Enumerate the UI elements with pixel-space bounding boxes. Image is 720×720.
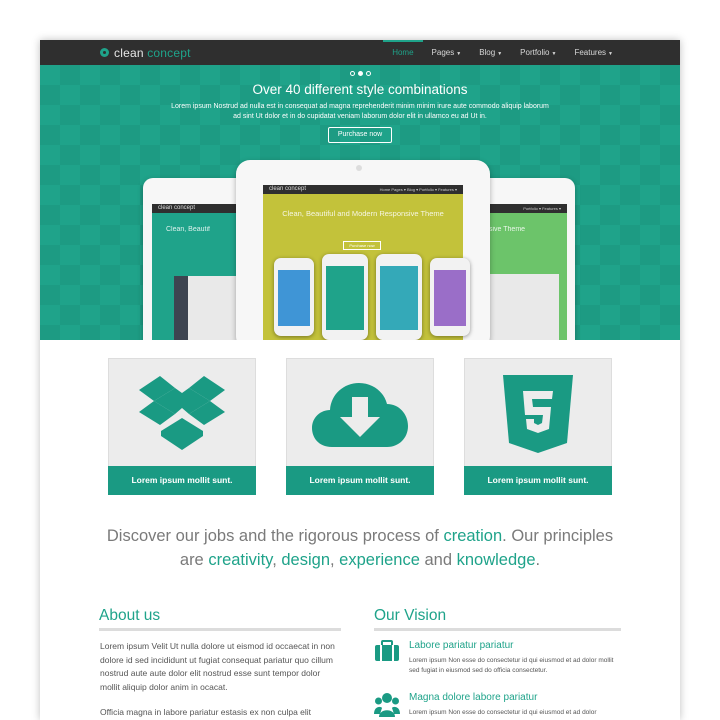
tagline-highlight: experience — [339, 551, 420, 569]
hero-title: Over 40 different style combinations — [252, 82, 468, 97]
page: clean concept Home Pages ▼ Blog ▼ Portfoli… — [40, 40, 680, 720]
about-divider — [99, 628, 341, 631]
caret-down-icon: ▼ — [608, 51, 613, 57]
feature-label: Lorem ipsum mollit sunt. — [464, 466, 612, 495]
tagline-text: Discover our jobs and the rigorous proce… — [106, 527, 444, 545]
about-paragraph: Officia magna in labore pariatur estasis… — [100, 707, 312, 717]
logo-text-accent: concept — [147, 45, 191, 60]
mockup-navbar: clean concept Home Pages ▾ Blog ▾ Portfol… — [263, 185, 463, 194]
about-title: About us — [99, 607, 161, 624]
vision-item-text: Lorem ipsum Non esse do consectetur id q… — [409, 657, 614, 674]
phone-screen — [434, 270, 466, 326]
mockup-navbar: Portfolio ▾ Features ▾ — [485, 204, 567, 213]
feature-card-dropbox[interactable]: Lorem ipsum mollit sunt. — [108, 358, 256, 495]
menu-label: Portfolio — [520, 48, 550, 57]
tagline-highlight: design — [281, 551, 330, 569]
mockup-title: Clean, Beautiful and Modern Responsive T… — [282, 209, 444, 218]
camera-dot — [356, 165, 362, 171]
feature-label: Lorem ipsum mollit sunt. — [286, 466, 434, 495]
gear-icon — [100, 48, 109, 57]
vision-item-title: Magna dolore labore pariatur — [409, 692, 538, 703]
feature-card-html5[interactable]: Lorem ipsum mollit sunt. — [464, 358, 612, 495]
tagline-text: . — [535, 551, 541, 569]
purchase-now-button[interactable]: Purchase now — [328, 127, 392, 143]
tablet-screen-right: Portfolio ▾ Features ▾ sive Theme — [485, 204, 567, 340]
hero-subtitle: Lorem ipsum Nostrud ad nulla est in cons… — [171, 103, 549, 120]
mockup-panel — [489, 274, 559, 340]
phone-mockup — [430, 258, 470, 336]
logo-text-light: clean — [114, 45, 144, 60]
users-icon — [374, 693, 400, 717]
mockup-sidebar — [174, 276, 188, 340]
feature-label: Lorem ipsum mollit sunt. — [108, 466, 256, 495]
menu-item-features[interactable]: Features ▼ — [565, 40, 622, 65]
phone-mockup — [274, 258, 314, 336]
dropbox-icon — [139, 376, 225, 450]
caret-down-icon: ▼ — [456, 51, 462, 57]
slider-dot-active[interactable] — [358, 71, 363, 76]
menu-label: Pages — [431, 48, 455, 57]
menu-item-blog[interactable]: Blog ▼ — [470, 40, 511, 65]
about-paragraph: Lorem ipsum Velit Ut nulla dolore ut eis… — [100, 641, 335, 692]
tagline-text: , — [330, 551, 340, 569]
mockup-menu: Portfolio ▾ Features ▾ — [523, 206, 561, 211]
briefcase-icon — [375, 640, 399, 661]
menu-label: Blog — [479, 48, 496, 57]
slider-dot[interactable] — [366, 71, 371, 76]
mockup-button: Purchase now — [343, 241, 381, 250]
menu-item-home[interactable]: Home — [383, 40, 423, 65]
feature-card-cloud-download[interactable]: Lorem ipsum mollit sunt. — [286, 358, 434, 495]
tagline-highlight: creativity — [208, 551, 273, 569]
vision-title: Our Vision — [374, 607, 447, 624]
tagline: Discover our jobs and the rigorous proce… — [100, 524, 620, 572]
phone-screen — [278, 270, 310, 326]
vision-item-title: Labore pariatur pariatur — [409, 640, 514, 651]
main-menu: Home Pages ▼ Blog ▼ Portfolio ▼ Features ▼ — [383, 40, 622, 65]
mockup-logo: clean concept — [269, 186, 307, 192]
phone-mockup — [376, 254, 422, 340]
tagline-text: and — [419, 551, 457, 569]
menu-item-pages[interactable]: Pages ▼ — [423, 40, 471, 65]
phone-screen — [326, 266, 364, 330]
site-logo[interactable]: clean concept — [100, 44, 191, 61]
vision-divider — [374, 628, 621, 631]
top-navbar: clean concept Home Pages ▼ Blog ▼ Portfoli… — [40, 40, 680, 65]
menu-label: Features — [574, 48, 607, 57]
tagline-highlight: creation — [443, 527, 503, 545]
phone-screen — [380, 266, 418, 330]
tagline-text: , — [272, 551, 282, 569]
html5-icon — [503, 375, 573, 453]
slider-dot[interactable] — [350, 71, 355, 76]
tablet-mockup-center: clean concept Home Pages ▾ Blog ▾ Portfol… — [236, 160, 490, 340]
caret-down-icon: ▼ — [497, 51, 503, 57]
mockup-title: sive Theme — [489, 226, 526, 233]
mockup-logo: clean concept — [158, 205, 196, 211]
menu-item-portfolio[interactable]: Portfolio ▼ — [511, 40, 565, 65]
mockup-menu: Home Pages ▾ Blog ▾ Portfolio ▾ Features… — [379, 187, 457, 192]
phone-mockup — [322, 254, 368, 340]
tagline-highlight: knowledge — [456, 551, 536, 569]
hero-slider: Over 40 different style combinations Lor… — [40, 65, 680, 340]
menu-label: Home — [392, 48, 414, 57]
slider-dots — [350, 71, 371, 76]
vision-item-text: Lorem ipsum Non esse do consectetur id q… — [409, 709, 597, 716]
caret-down-icon: ▼ — [551, 51, 557, 57]
cloud-download-icon — [312, 383, 408, 447]
